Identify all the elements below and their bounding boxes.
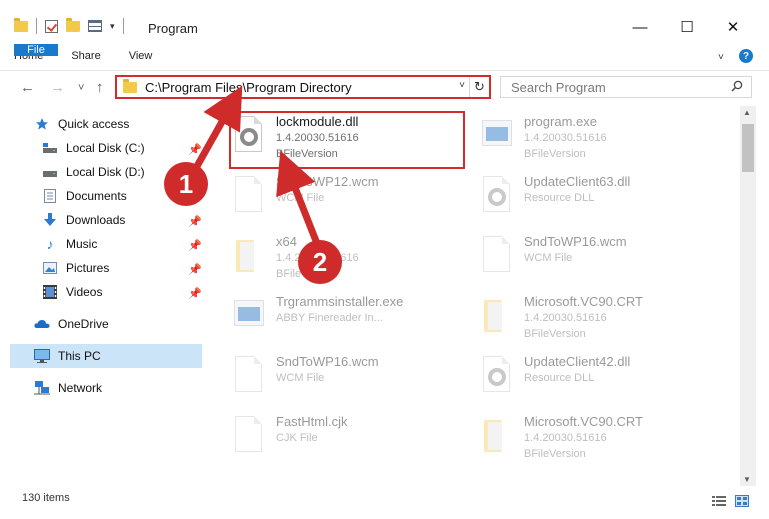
- arrow-to-file: [276, 150, 322, 248]
- annotation-arrows: [192, 85, 322, 248]
- arrow-to-address-bar: [192, 85, 243, 170]
- step-marker-1: 1: [164, 162, 208, 206]
- step-marker-2: 2: [298, 240, 342, 284]
